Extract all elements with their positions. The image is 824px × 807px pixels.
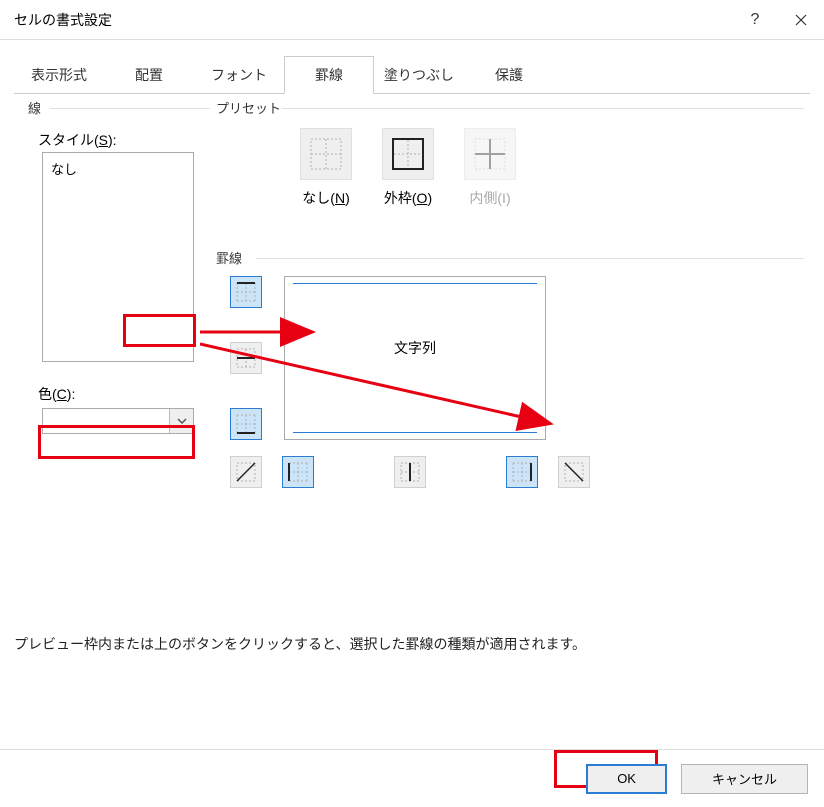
border-diagonal-down-button[interactable]: [558, 456, 590, 488]
close-button[interactable]: [778, 0, 824, 40]
dialog-footer: OK キャンセル: [0, 749, 824, 807]
border-middle-h-button[interactable]: [230, 342, 262, 374]
hint-text: プレビュー枠内または上のボタンをクリックすると、選択した罫線の種類が適用されます…: [14, 634, 586, 654]
line-color-combo[interactable]: [42, 408, 194, 434]
tab-fill[interactable]: 塗りつぶし: [374, 56, 464, 94]
border-top-button[interactable]: [230, 276, 262, 308]
cancel-button[interactable]: キャンセル: [681, 764, 808, 794]
preset-inner-icon: [464, 128, 516, 180]
preset-inner: 内側(I): [464, 128, 516, 208]
line-group-label: 線: [28, 98, 41, 117]
border-diagonal-up-button[interactable]: [230, 456, 262, 488]
tab-strip: 表示形式 配置 フォント 罫線 塗りつぶし 保護: [0, 40, 824, 94]
border-right-button[interactable]: [506, 456, 538, 488]
line-style-none[interactable]: なし: [51, 159, 185, 178]
preset-outer[interactable]: 外枠(O): [382, 128, 434, 208]
tab-border[interactable]: 罫線: [284, 56, 374, 94]
window-title: セルの書式設定: [14, 10, 112, 30]
help-button[interactable]: ?: [732, 0, 778, 40]
border-left-button[interactable]: [282, 456, 314, 488]
ok-button[interactable]: OK: [586, 764, 667, 794]
border-preview[interactable]: 文字列: [284, 276, 546, 440]
chevron-down-icon: [169, 409, 193, 433]
tab-content-border: 線 スタイル(S): なし 色(C): プリセット なし(N): [0, 94, 824, 122]
preset-group: プリセット なし(N) 外枠(O) 内側(I): [216, 94, 808, 234]
preset-none-icon: [300, 128, 352, 180]
line-color-label: 色(C):: [38, 384, 75, 404]
preset-group-label: プリセット: [216, 98, 281, 117]
border-middle-v-button[interactable]: [394, 456, 426, 488]
tab-number-format[interactable]: 表示形式: [14, 56, 104, 94]
line-group: 線 スタイル(S): なし 色(C):: [14, 94, 212, 512]
line-color-swatch: [43, 409, 169, 433]
preset-none[interactable]: なし(N): [300, 128, 352, 208]
preset-outer-icon: [382, 128, 434, 180]
tab-alignment[interactable]: 配置: [104, 56, 194, 94]
tab-protection[interactable]: 保護: [464, 56, 554, 94]
line-style-list[interactable]: なし: [42, 152, 194, 362]
border-bottom-button[interactable]: [230, 408, 262, 440]
tab-font[interactable]: フォント: [194, 56, 284, 94]
line-style-label: スタイル(S):: [38, 130, 117, 150]
title-bar: セルの書式設定 ?: [0, 0, 824, 40]
preview-sample-text: 文字列: [394, 338, 436, 358]
border-group-label: 罫線: [216, 248, 242, 267]
close-icon: [795, 14, 807, 26]
